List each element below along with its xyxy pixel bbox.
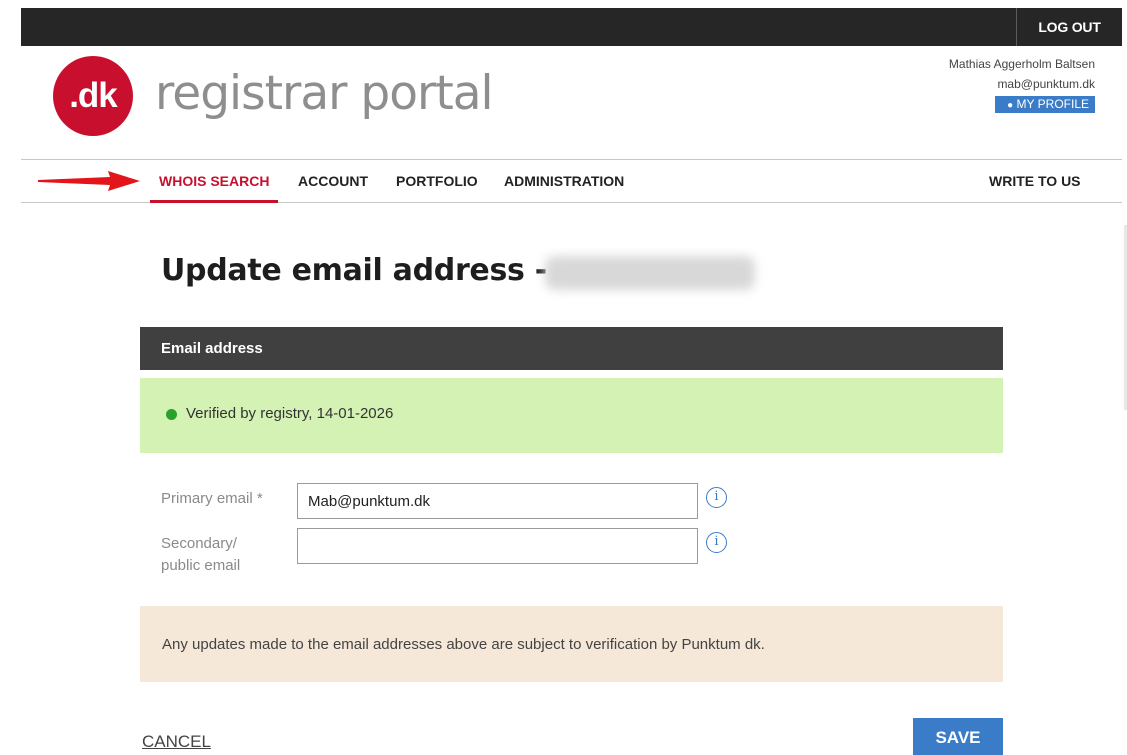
nav-write-to-us[interactable]: WRITE TO US xyxy=(989,160,1081,202)
user-info: Mathias Aggerholm Baltsen mab@punktum.dk… xyxy=(949,54,1095,114)
info-icon[interactable]: i xyxy=(706,487,727,508)
nav-whois-search[interactable]: WHOIS SEARCH xyxy=(149,160,279,203)
notice-text: Any updates made to the email addresses … xyxy=(162,636,765,653)
secondary-label-line2: public email xyxy=(161,557,241,574)
section-header: Email address xyxy=(140,327,1003,370)
user-email: mab@punktum.dk xyxy=(997,77,1095,91)
cancel-link[interactable]: CANCEL xyxy=(142,732,211,752)
top-bar: LOG OUT xyxy=(21,8,1122,46)
info-icon[interactable]: i xyxy=(706,532,727,553)
logout-button[interactable]: LOG OUT xyxy=(1016,8,1122,46)
secondary-email-field[interactable] xyxy=(297,528,698,564)
save-button[interactable]: SAVE xyxy=(913,718,1003,755)
verification-text: Verified by registry, 14-01-2026 xyxy=(186,405,394,422)
nav-account[interactable]: ACCOUNT xyxy=(298,160,368,202)
verification-notice: Any updates made to the email addresses … xyxy=(140,606,1003,682)
nav-administration[interactable]: ADMINISTRATION xyxy=(504,160,624,202)
secondary-label-line1: Secondary/ xyxy=(161,535,237,552)
nav-portfolio[interactable]: PORTFOLIO xyxy=(396,160,478,202)
primary-email-field[interactable] xyxy=(297,483,698,519)
my-profile-button[interactable]: ● MY PROFILE xyxy=(995,96,1095,113)
dk-logo[interactable]: .dk xyxy=(53,56,133,136)
status-dot-icon xyxy=(166,409,177,420)
portal-title: registrar portal xyxy=(155,66,494,121)
blurred-handle xyxy=(545,256,755,290)
primary-email-label: Primary email * xyxy=(161,490,263,507)
main-nav: WHOIS SEARCH ACCOUNT PORTFOLIO ADMINISTR… xyxy=(21,159,1122,203)
my-profile-label: MY PROFILE xyxy=(1016,97,1089,111)
person-icon: ● xyxy=(1007,100,1014,111)
verification-banner: Verified by registry, 14-01-2026 xyxy=(140,378,1003,453)
secondary-email-label: Secondary/ public email xyxy=(161,533,240,577)
page-title: Update email address - xyxy=(161,253,547,288)
user-name: Mathias Aggerholm Baltsen xyxy=(948,57,1095,71)
